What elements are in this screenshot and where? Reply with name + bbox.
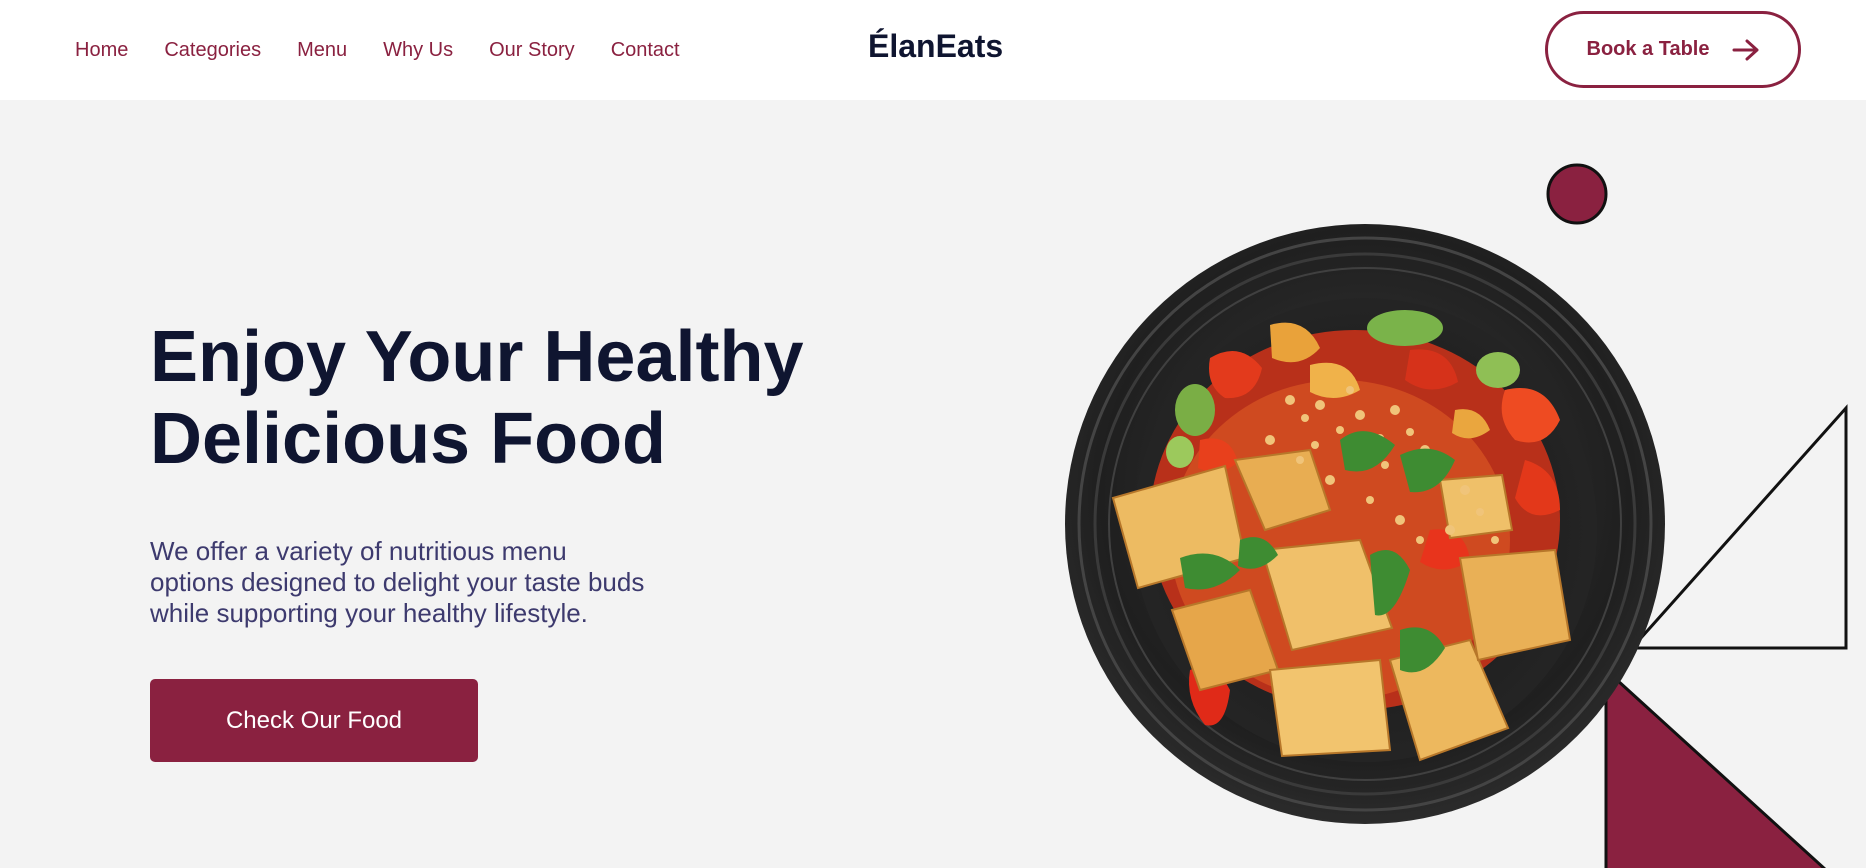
hero-decoration xyxy=(1065,163,1848,868)
main-nav: Home Categories Menu Why Us Our Story Co… xyxy=(75,0,716,100)
nav-menu-link[interactable]: Menu xyxy=(297,39,347,62)
filled-triangle-shape xyxy=(1604,666,1827,868)
nav-home-link[interactable]: Home xyxy=(75,39,128,62)
book-table-button[interactable]: Book a Table xyxy=(1545,11,1801,88)
brand-logo[interactable]: ÉlanEats xyxy=(868,28,1003,65)
nav-why-us-link[interactable]: Why Us xyxy=(383,39,453,62)
nav-contact-link[interactable]: Contact xyxy=(611,39,680,62)
site-header: Home Categories Menu Why Us Our Story Co… xyxy=(0,0,1866,100)
nav-categories-link[interactable]: Categories xyxy=(164,39,261,62)
arrow-right-icon xyxy=(1732,39,1760,61)
hero-section: Enjoy Your Healthy Delicious Food We off… xyxy=(0,100,1866,868)
accent-dot xyxy=(1546,163,1608,225)
food-bowl-image xyxy=(1065,224,1665,824)
book-table-label: Book a Table xyxy=(1586,38,1710,60)
nav-our-story-link[interactable]: Our Story xyxy=(489,39,575,62)
